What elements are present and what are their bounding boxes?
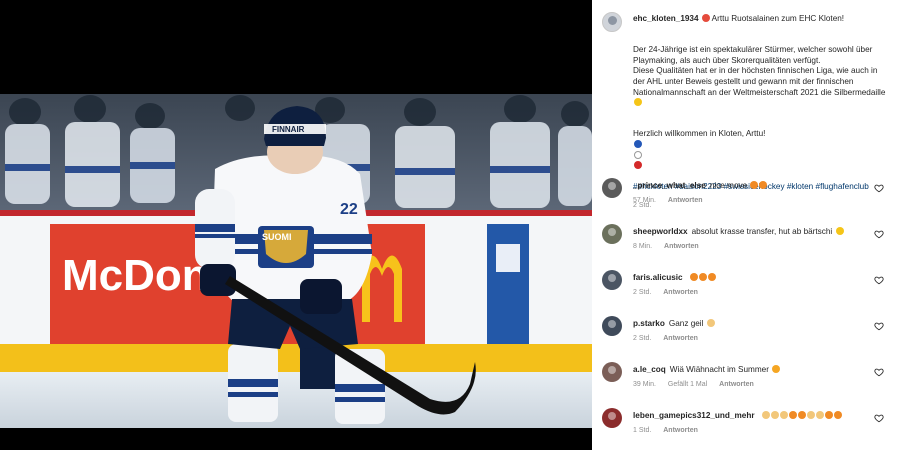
flexed-biceps-emoji — [634, 98, 642, 107]
heart-icon[interactable] — [874, 275, 884, 285]
ad-text: McDon — [62, 251, 209, 300]
star-eyes-emoji — [835, 227, 844, 235]
caption-headline: Arttu Ruotsalainen zum EHC Kloten! — [711, 14, 845, 23]
clap-emoji — [815, 411, 824, 419]
heart-icon[interactable] — [874, 367, 884, 377]
red-circle-emoji — [634, 161, 642, 170]
comment-item: a.le_coq Wiä Wiähnacht im Summer 39 Min. … — [602, 362, 890, 396]
commenter-avatar[interactable] — [602, 408, 622, 428]
instagram-post-view: McDon SUOMI 22 FINNAIR ehc_kloten_1934 A… — [0, 0, 900, 450]
heart-eyes-emoji — [772, 365, 781, 373]
comment-username[interactable]: leben_gamepics312_und_mehr — [633, 411, 755, 420]
comment-time[interactable]: 57 Min. — [633, 197, 656, 204]
reply-button[interactable]: Antworten — [664, 243, 699, 250]
raising-hands-emoji — [706, 319, 715, 327]
comment-text: nice move — [709, 181, 748, 190]
commenter-avatar[interactable] — [602, 362, 622, 382]
fire-emoji — [824, 411, 833, 419]
reply-button[interactable]: Antworten — [668, 197, 703, 204]
fire-emoji — [788, 411, 797, 419]
fire-emoji — [689, 273, 698, 281]
fire-emoji — [698, 273, 707, 281]
author-username[interactable]: ehc_kloten_1934 — [633, 14, 699, 23]
jersey-number: 22 — [340, 201, 358, 218]
comment-text: absolut krasse transfer, hut ab bärtschi — [691, 227, 833, 236]
fire-emoji — [797, 411, 806, 419]
white-circle-emoji — [634, 150, 642, 159]
caption-body: Der 24-Jährige ist ein spektakulärer Stü… — [633, 45, 886, 97]
fire-emoji — [750, 181, 759, 189]
comment-text: Ganz geil — [668, 319, 704, 328]
comments-panel[interactable]: ehc_kloten_1934 Arttu Ruotsalainen zum E… — [592, 0, 900, 450]
commenter-avatar[interactable] — [602, 224, 622, 244]
fire-emoji — [759, 181, 768, 189]
comment-time[interactable]: 39 Min. — [633, 381, 656, 388]
reply-button[interactable]: Antworten — [663, 427, 698, 434]
clap-emoji — [779, 411, 788, 419]
comment-item: _prince_what_else nice move 57 Min. Antwo… — [602, 178, 890, 212]
comment-item: faris.alicusic 2 Std. Antworten — [602, 270, 890, 304]
comment-time[interactable]: 1 Std. — [633, 427, 651, 434]
heart-icon[interactable] — [874, 183, 884, 193]
comment-username[interactable]: faris.alicusic — [633, 273, 683, 282]
fire-emoji — [707, 273, 716, 281]
comment-item: sheepworldxx absolut krasse transfer, hut… — [602, 224, 890, 258]
caption-welcome: Herzlich willkommen in Kloten, Arttu! — [633, 129, 766, 139]
fire-emoji — [833, 411, 842, 419]
clap-emoji — [770, 411, 779, 419]
comment-time[interactable]: 2 Std. — [633, 335, 651, 342]
comment-username[interactable]: _prince_what_else — [633, 181, 706, 190]
reply-button[interactable]: Antworten — [663, 289, 698, 296]
comment-time[interactable]: 2 Std. — [633, 289, 651, 296]
heart-icon[interactable] — [874, 229, 884, 239]
reply-button[interactable]: Antworten — [719, 381, 754, 388]
hockey-player-image: McDon SUOMI 22 FINNAIR — [0, 94, 592, 428]
clap-emoji — [806, 411, 815, 419]
comment-username[interactable]: p.starko — [633, 319, 665, 328]
heart-icon[interactable] — [874, 321, 884, 331]
jersey-word: SUOMI — [262, 232, 292, 242]
commenter-avatar[interactable] — [602, 316, 622, 336]
comment-time[interactable]: 8 Min. — [633, 243, 652, 250]
reply-button[interactable]: Antworten — [663, 335, 698, 342]
blue-circle-emoji — [634, 139, 642, 148]
comment-text: Wiä Wiähnacht im Summer — [669, 365, 769, 374]
post-media[interactable]: McDon SUOMI 22 FINNAIR — [0, 0, 592, 450]
clap-emoji — [761, 411, 770, 419]
helmet-text: FINNAIR — [272, 125, 305, 134]
commenter-avatar[interactable] — [602, 270, 622, 290]
comment-likes[interactable]: Gefällt 1 Mal — [668, 381, 707, 388]
commenter-avatar[interactable] — [602, 178, 622, 198]
author-avatar[interactable] — [602, 12, 622, 32]
comment-item: p.starko Ganz geil 2 Std. Antworten — [602, 316, 890, 350]
heart-icon[interactable] — [874, 413, 884, 423]
post-photo[interactable]: McDon SUOMI 22 FINNAIR — [0, 94, 592, 428]
comment-item: leben_gamepics312_und_mehr 1 Std. Antwor… — [602, 408, 890, 442]
comment-username[interactable]: a.le_coq — [633, 365, 666, 374]
siren-emoji — [701, 14, 710, 22]
comment-username[interactable]: sheepworldxx — [633, 227, 688, 236]
